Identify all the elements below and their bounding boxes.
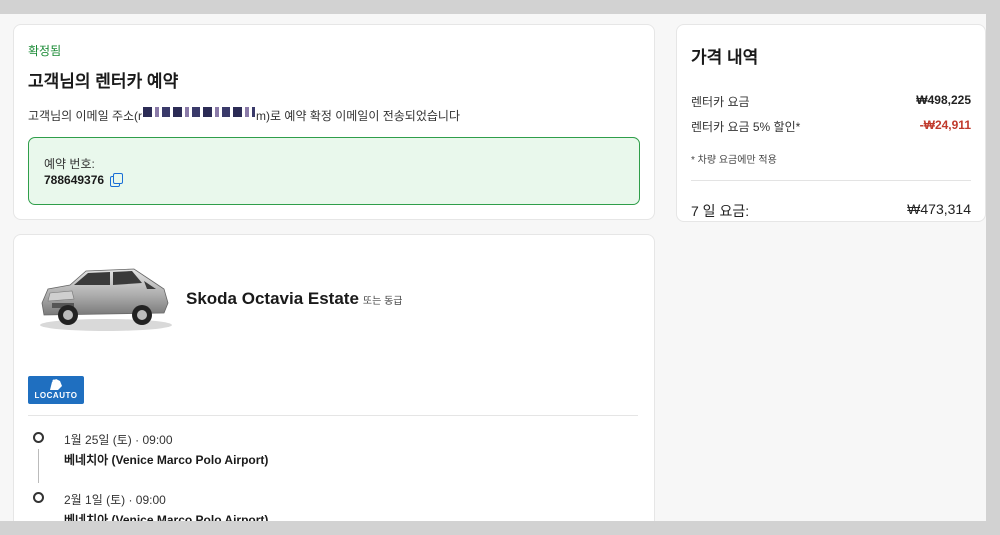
page-title: 고객님의 렌터카 예약 <box>28 72 179 91</box>
total-label: 7 일 요금: <box>691 203 750 219</box>
price-row-label: 렌터카 요금 <box>691 95 750 109</box>
car-class-note: 또는 동급 <box>362 296 403 307</box>
timeline-dot-icon <box>33 492 44 503</box>
status-label: 확정됨 <box>28 44 62 58</box>
dropoff-location: 베네치아 (Venice Marco Polo Airport) <box>64 513 269 521</box>
car-details-card: Skoda Octavia Estate 또는 동급 LOCAUTO 1월 25일… <box>13 234 655 521</box>
price-total-row: 7 일 요금: ₩473,314 <box>691 201 971 221</box>
booking-number-value: 788649376 <box>44 173 105 187</box>
booking-number: 788649376 <box>44 173 124 187</box>
pickup-location: 베네치아 (Venice Marco Polo Airport) <box>64 453 269 467</box>
car-name: Skoda Octavia Estate 또는 동급 <box>186 289 403 309</box>
dropoff-datetime: 2월 1일 (토) · 09:00 <box>64 493 166 507</box>
confirmation-card: 확정됨 고객님의 렌터카 예약 고객님의 이메일 주소(r m)로 예약 확정 … <box>13 24 655 220</box>
price-row-discount: 렌터카 요금 5% 할인* -₩24,911 <box>691 118 971 135</box>
price-divider <box>691 180 971 181</box>
supplier-name: LOCAUTO <box>34 391 78 400</box>
timeline-dot-icon <box>33 432 44 443</box>
price-row-rental: 렌터카 요금 ₩498,225 <box>691 93 971 110</box>
price-row-amount: ₩498,225 <box>916 93 971 107</box>
supplier-logo: LOCAUTO <box>28 376 84 404</box>
discount-footnote: * 차량 요금에만 적용 <box>691 155 777 166</box>
total-amount: ₩473,314 <box>907 201 971 217</box>
car-image <box>40 268 172 331</box>
email-notice-prefix: 고객님의 이메일 주소(r <box>28 109 143 123</box>
price-title: 가격 내역 <box>691 48 759 67</box>
car-divider <box>28 415 638 416</box>
copy-icon[interactable] <box>110 173 124 187</box>
timeline-line <box>38 449 39 483</box>
supplier-mascot-icon <box>50 379 62 390</box>
email-notice-suffix: m)로 예약 확정 이메일이 전송되었습니다 <box>256 109 461 123</box>
price-row-label: 렌터카 요금 5% 할인* <box>691 120 801 134</box>
car-model: Skoda Octavia Estate <box>186 289 359 308</box>
redacted-email <box>143 106 256 117</box>
booking-number-box: 예약 번호: 788649376 <box>28 137 640 205</box>
pickup-datetime: 1월 25일 (토) · 09:00 <box>64 433 173 447</box>
price-row-amount: -₩24,911 <box>919 118 971 132</box>
price-breakdown-card: 가격 내역 렌터카 요금 ₩498,225 렌터카 요금 5% 할인* -₩24… <box>676 24 986 222</box>
email-notice: 고객님의 이메일 주소(r m)로 예약 확정 이메일이 전송되었습니다 <box>28 106 461 124</box>
page-viewport: 확정됨 고객님의 렌터카 예약 고객님의 이메일 주소(r m)로 예약 확정 … <box>0 14 986 521</box>
booking-number-label: 예약 번호: <box>44 157 95 171</box>
